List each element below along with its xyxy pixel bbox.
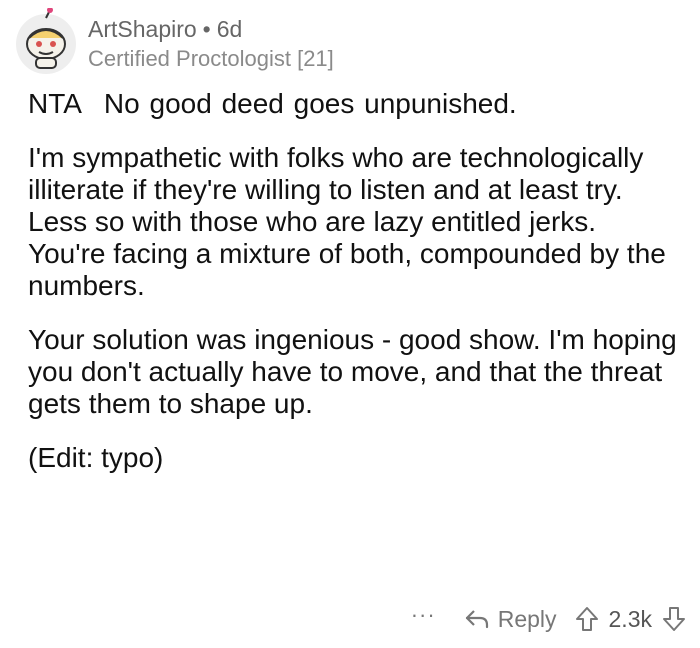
comment: ArtShapiro • 6d Certified Proctologist [21… xyxy=(0,0,700,648)
headline-text: No good deed goes unpunished. xyxy=(103,88,517,119)
comment-paragraph-3: (Edit: typo) xyxy=(28,442,164,473)
username[interactable]: ArtShapiro xyxy=(88,16,197,42)
comment-actions: ··· Reply 2.3k xyxy=(411,602,686,634)
vote-controls: 2.3k xyxy=(575,606,686,633)
comment-body: NTA No good deed goes unpunished. I'm sym… xyxy=(28,88,678,496)
reply-arrow-icon xyxy=(465,610,488,629)
reply-button[interactable]: Reply xyxy=(464,606,557,633)
more-options-button[interactable]: ··· xyxy=(411,602,436,628)
downvote-arrow-icon[interactable] xyxy=(662,606,686,632)
user-flair: Certified Proctologist [21] xyxy=(88,46,334,71)
author-line: ArtShapiro • 6d xyxy=(88,15,334,43)
upvote-arrow-icon[interactable] xyxy=(575,606,599,632)
vote-score: 2.3k xyxy=(608,605,652,632)
reply-label: Reply xyxy=(497,605,557,632)
snoo-avatar-icon xyxy=(26,8,66,69)
comment-paragraph-2: Your solution was ingenious - good show.… xyxy=(28,324,677,419)
author-meta: ArtShapiro • 6d Certified Proctologist [21… xyxy=(88,15,334,73)
separator-dot: • xyxy=(202,16,211,42)
comment-age: 6d xyxy=(216,16,243,42)
comment-header: ArtShapiro • 6d Certified Proctologist [21… xyxy=(16,6,334,82)
verdict-label: NTA xyxy=(28,88,82,119)
comment-paragraph-1: I'm sympathetic with folks who are techn… xyxy=(28,142,666,301)
avatar[interactable] xyxy=(16,8,76,74)
comment-headline: NTA No good deed goes unpunished. xyxy=(28,88,678,120)
